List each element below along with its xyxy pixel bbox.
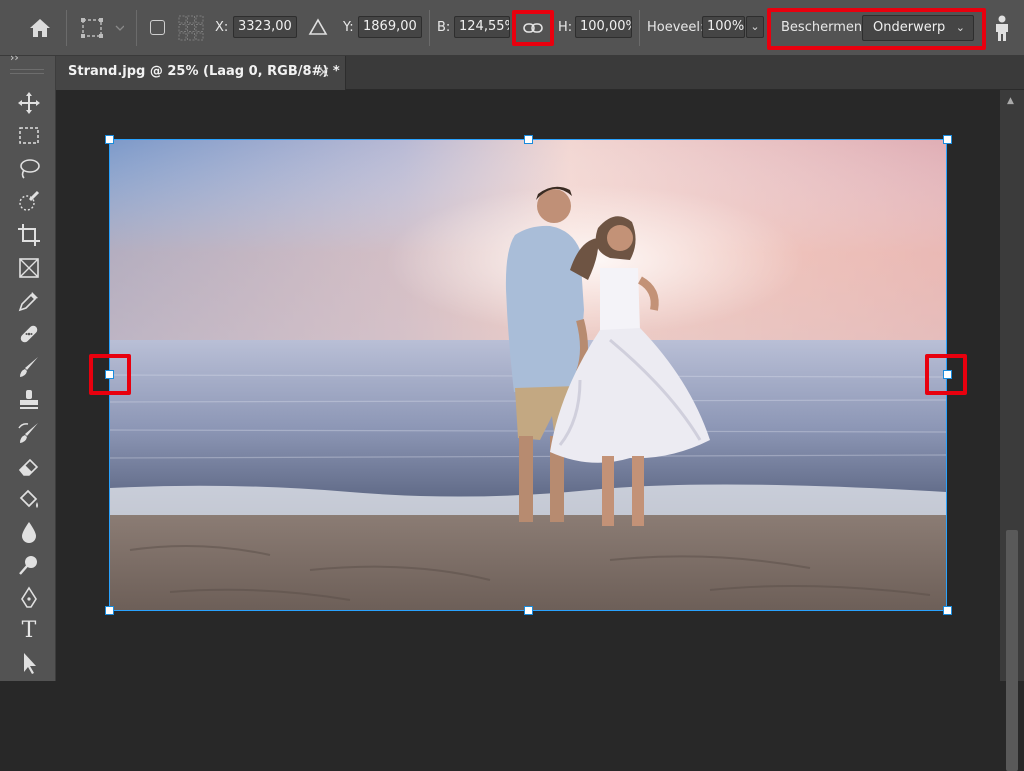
healing-brush-icon[interactable] [16, 321, 42, 347]
x-label: X: [215, 20, 229, 35]
protect-label: Beschermen: [781, 20, 867, 35]
amount-label: Hoeveel: [647, 20, 705, 35]
type-icon[interactable]: T [16, 618, 42, 644]
lasso-icon[interactable] [16, 156, 42, 182]
amount-dropdown-button[interactable]: ⌄ [746, 16, 764, 38]
chevron-down-icon: ⌄ [955, 21, 965, 34]
protect-select[interactable]: Onderwerp ⌄ [862, 15, 974, 41]
blur-icon[interactable] [16, 519, 42, 545]
clone-stamp-icon[interactable] [16, 387, 42, 413]
reference-point-checkbox[interactable] [150, 20, 165, 35]
pen-icon[interactable] [16, 585, 42, 611]
collapse-panel-icon[interactable]: ›› [10, 51, 19, 64]
transform-handle-bottom-right[interactable] [943, 606, 952, 615]
document-tab-title: Strand.jpg @ 25% (Laag 0, RGB/8#) * [68, 64, 340, 79]
document-tab-bar: Strand.jpg @ 25% (Laag 0, RGB/8#) * × [56, 56, 1024, 90]
transform-handle-middle-right[interactable] [943, 370, 952, 379]
transform-handle-top-left[interactable] [105, 135, 114, 144]
options-bar: X: 3323,00 p Y: 1869,00 p B: 124,55% H: … [0, 0, 1024, 56]
history-brush-icon[interactable] [16, 420, 42, 446]
tab-strand-jpg[interactable]: Strand.jpg @ 25% (Laag 0, RGB/8#) * × [56, 56, 346, 90]
vertical-scrollbar[interactable]: ▲ [1000, 90, 1024, 771]
frame-icon[interactable] [16, 255, 42, 281]
reference-point-grid-icon[interactable] [178, 15, 204, 41]
link-icon [523, 23, 543, 33]
type-tool-glyph: T [21, 618, 37, 643]
brush-icon[interactable] [16, 354, 42, 380]
path-selection-icon[interactable] [16, 650, 42, 676]
transform-handle-bottom-left[interactable] [105, 606, 114, 615]
eyedropper-icon[interactable] [16, 288, 42, 314]
transform-handle-top-right[interactable] [943, 135, 952, 144]
protect-select-value: Onderwerp [873, 20, 946, 35]
crop-icon[interactable] [16, 222, 42, 248]
width-field[interactable]: 124,55% [454, 16, 510, 38]
eraser-icon[interactable] [16, 453, 42, 479]
panel-grip[interactable] [10, 69, 44, 74]
marquee-icon[interactable] [16, 123, 42, 149]
chevron-down-icon: ⌄ [750, 20, 760, 33]
tools-panel: ›› T [0, 51, 56, 681]
y-position-field[interactable]: 1869,00 p [358, 16, 422, 38]
transform-handle-middle-left[interactable] [105, 370, 114, 379]
home-icon[interactable] [28, 16, 52, 40]
close-icon[interactable]: × [317, 62, 330, 81]
amount-field[interactable]: 100% [702, 16, 745, 38]
paint-bucket-icon[interactable] [16, 486, 42, 512]
dodge-icon[interactable] [16, 552, 42, 578]
x-position-field[interactable]: 3323,00 p [233, 16, 297, 38]
protect-skin-tones-icon[interactable] [992, 14, 1012, 42]
scroll-up-icon[interactable]: ▲ [1007, 96, 1014, 106]
quick-selection-icon[interactable] [16, 189, 42, 215]
height-label: H: [558, 20, 573, 35]
y-label: Y: [343, 20, 354, 35]
transform-handle-bottom-center[interactable] [524, 606, 533, 615]
width-label: B: [437, 20, 451, 35]
delta-icon[interactable] [308, 18, 328, 36]
transform-handle-top-center[interactable] [524, 135, 533, 144]
link-aspect-ratio-button[interactable] [512, 10, 554, 46]
height-field[interactable]: 100,00% [575, 16, 632, 38]
transform-preset-icon[interactable] [80, 15, 125, 41]
scrollbar-thumb[interactable] [1006, 530, 1018, 771]
transform-bounding-box[interactable] [109, 139, 947, 611]
move-icon[interactable] [16, 90, 42, 116]
